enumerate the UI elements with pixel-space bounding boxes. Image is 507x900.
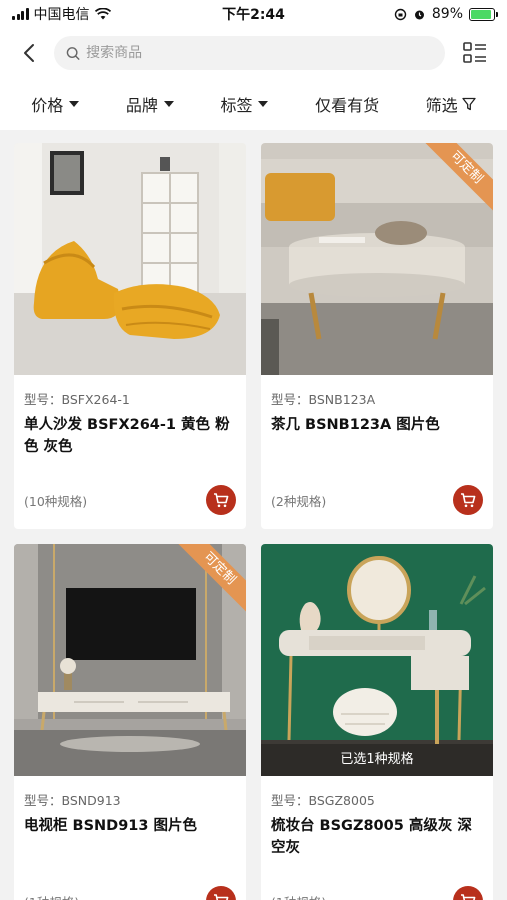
product-grid: 型号：BSFX264-1 单人沙发 BSFX264-1 黄色 粉色 灰色 (10…: [14, 143, 494, 900]
selected-spec-overlay: 已选1种规格: [261, 744, 493, 776]
product-model: 型号：BSFX264-1: [24, 392, 130, 407]
filter-label: 筛选: [425, 96, 458, 115]
filter-bar: 价格 品牌 标签 仅看有货 筛选: [0, 78, 507, 130]
product-image[interactable]: 已选1种规格: [261, 544, 493, 776]
caret-down-icon: [163, 101, 174, 107]
chevron-left-icon: [24, 44, 34, 62]
battery-icon: [469, 7, 498, 21]
add-to-cart-button[interactable]: [453, 886, 483, 900]
battery-percent: 89%: [431, 6, 463, 22]
alarm-icon: [414, 10, 424, 19]
status-left: 中国电信: [12, 4, 182, 24]
cart-icon: [461, 492, 476, 507]
status-bar: 中国电信 下午2:44 89%: [0, 0, 507, 28]
list-layout-icon: [463, 42, 486, 63]
product-model: 型号：BSGZ8005: [271, 793, 375, 808]
filter-label: 品牌: [125, 96, 158, 115]
filter-price[interactable]: 价格: [31, 92, 80, 116]
product-card[interactable]: 型号：BSFX264-1 单人沙发 BSFX264-1 黄色 粉色 灰色 (10…: [14, 143, 246, 529]
product-card[interactable]: 可定制 型号：BSNB123A 茶几 BSNB123A 图片色 (2种规格): [261, 143, 493, 529]
cart-icon: [214, 893, 229, 900]
product-image[interactable]: 可定制: [14, 544, 246, 776]
filter-label: 仅看有货: [315, 96, 380, 115]
carrier-name: 中国电信: [33, 7, 90, 23]
status-time: 下午2:44: [222, 7, 285, 23]
cart-icon: [461, 893, 476, 900]
product-spec-count: (1种规格): [24, 892, 79, 900]
product-spec-count: (2种规格): [271, 493, 327, 509]
product-model: 型号：BSNB123A: [271, 392, 376, 407]
back-button[interactable]: [14, 35, 44, 71]
product-image[interactable]: 可定制: [261, 143, 493, 375]
filter-label: 价格: [31, 96, 64, 115]
orientation-lock-icon: [394, 8, 407, 20]
product-image[interactable]: [14, 143, 246, 375]
product-spec-count: (1种规格): [271, 892, 326, 900]
filter-brand[interactable]: 品牌: [126, 92, 174, 116]
wifi-icon: [94, 8, 111, 20]
product-spec-count: (10种规格): [24, 493, 88, 509]
caret-down-icon: [69, 101, 80, 107]
add-to-cart-button[interactable]: [206, 485, 236, 515]
cart-icon: [214, 492, 229, 507]
filter-tag[interactable]: 标签: [220, 92, 269, 116]
search-bar[interactable]: [54, 36, 445, 70]
add-to-cart-button[interactable]: [206, 886, 236, 900]
header: [0, 28, 507, 78]
filter-label: 标签: [220, 96, 253, 115]
filter-more[interactable]: 筛选: [426, 92, 476, 116]
filter-in-stock[interactable]: 仅看有货: [315, 92, 379, 116]
product-title: 茶几 BSNB123A 图片色: [271, 417, 440, 433]
product-title: 梳妆台 BSGZ8005 高级灰 深空灰: [271, 818, 472, 856]
product-card[interactable]: 可定制 型号：BSND913 电视柜 BSND913 图片色 (1种规格): [14, 544, 246, 900]
caret-down-icon: [258, 101, 269, 107]
product-card[interactable]: 已选1种规格 型号：BSGZ8005 梳妆台 BSGZ8005 高级灰 深空灰 …: [261, 544, 493, 900]
status-right: 89%: [325, 6, 498, 22]
product-title: 电视柜 BSND913 图片色: [24, 818, 198, 834]
search-input[interactable]: [86, 45, 433, 61]
product-title: 单人沙发 BSFX264-1 黄色 粉色 灰色: [24, 417, 230, 455]
search-icon: [66, 46, 80, 60]
add-to-cart-button[interactable]: [453, 485, 483, 515]
signal-icon: [12, 8, 29, 20]
product-model: 型号：BSND913: [24, 793, 121, 808]
layout-toggle-button[interactable]: [457, 35, 493, 71]
funnel-icon: [462, 97, 476, 111]
